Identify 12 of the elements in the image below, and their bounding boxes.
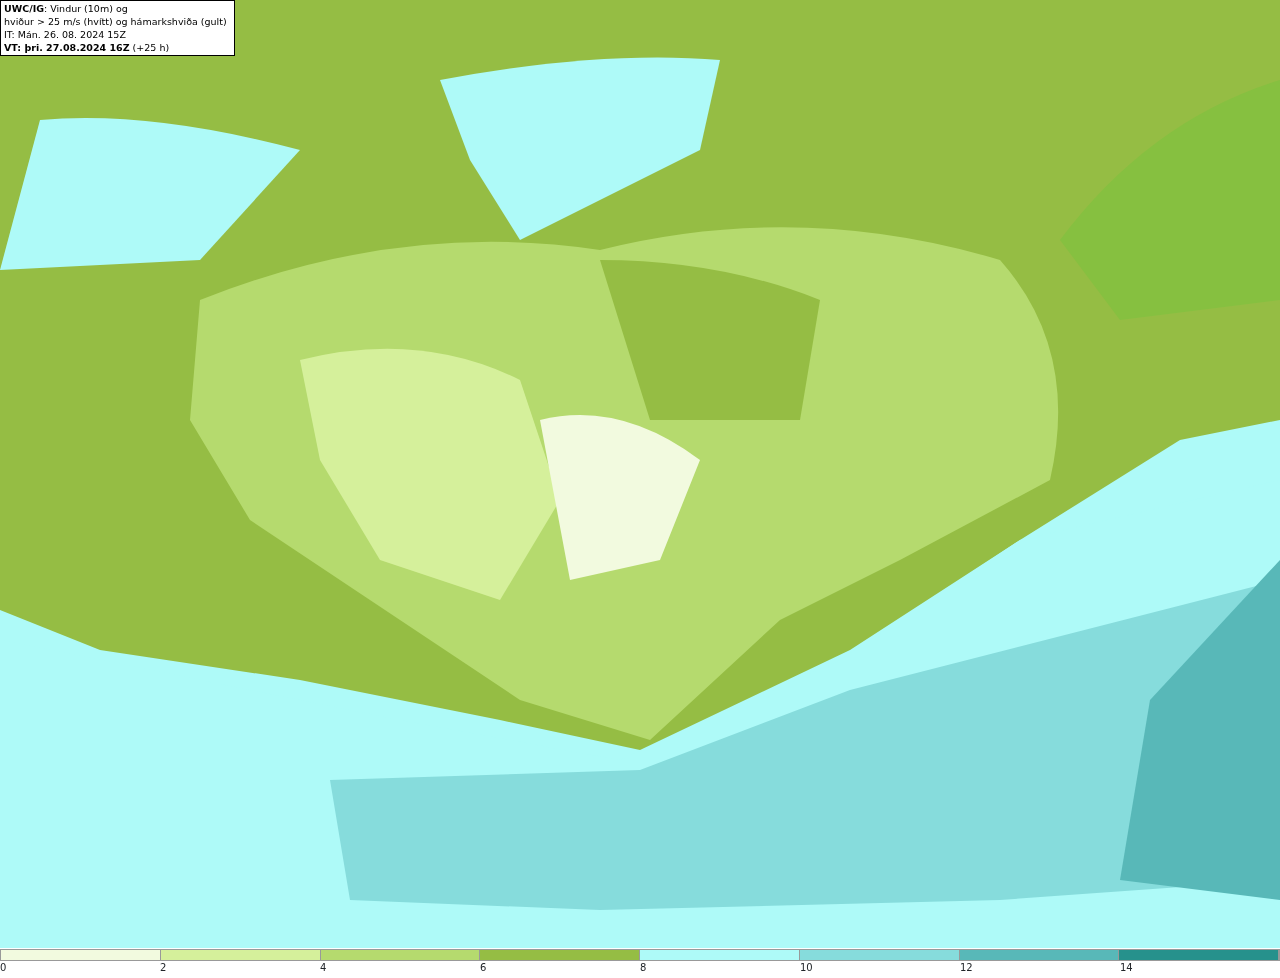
scale-tick-label: 0 [0,962,7,973]
legend-text: UWC/IG: Vindur (10m) og [4,2,129,15]
legend-text: IT: Mán. 26. 08. 2024 15Z [4,28,127,41]
scale-tick-label: 6 [480,962,487,973]
legend-text: VT: þri. 27.08.2024 16Z (+25 h) [4,41,171,54]
scale-tick-label: 10 [800,962,813,973]
scale-tick-label: 4 [320,962,327,973]
scale-tick-label: 14 [1120,962,1133,973]
scale-tick-label: 8 [640,962,647,973]
scale-tick-label: 2 [160,962,167,973]
legend-text: hviður > 25 m/s (hvítt) og hámarkshviða (gult) [4,15,228,28]
scale-tick-label: 12 [960,962,973,973]
